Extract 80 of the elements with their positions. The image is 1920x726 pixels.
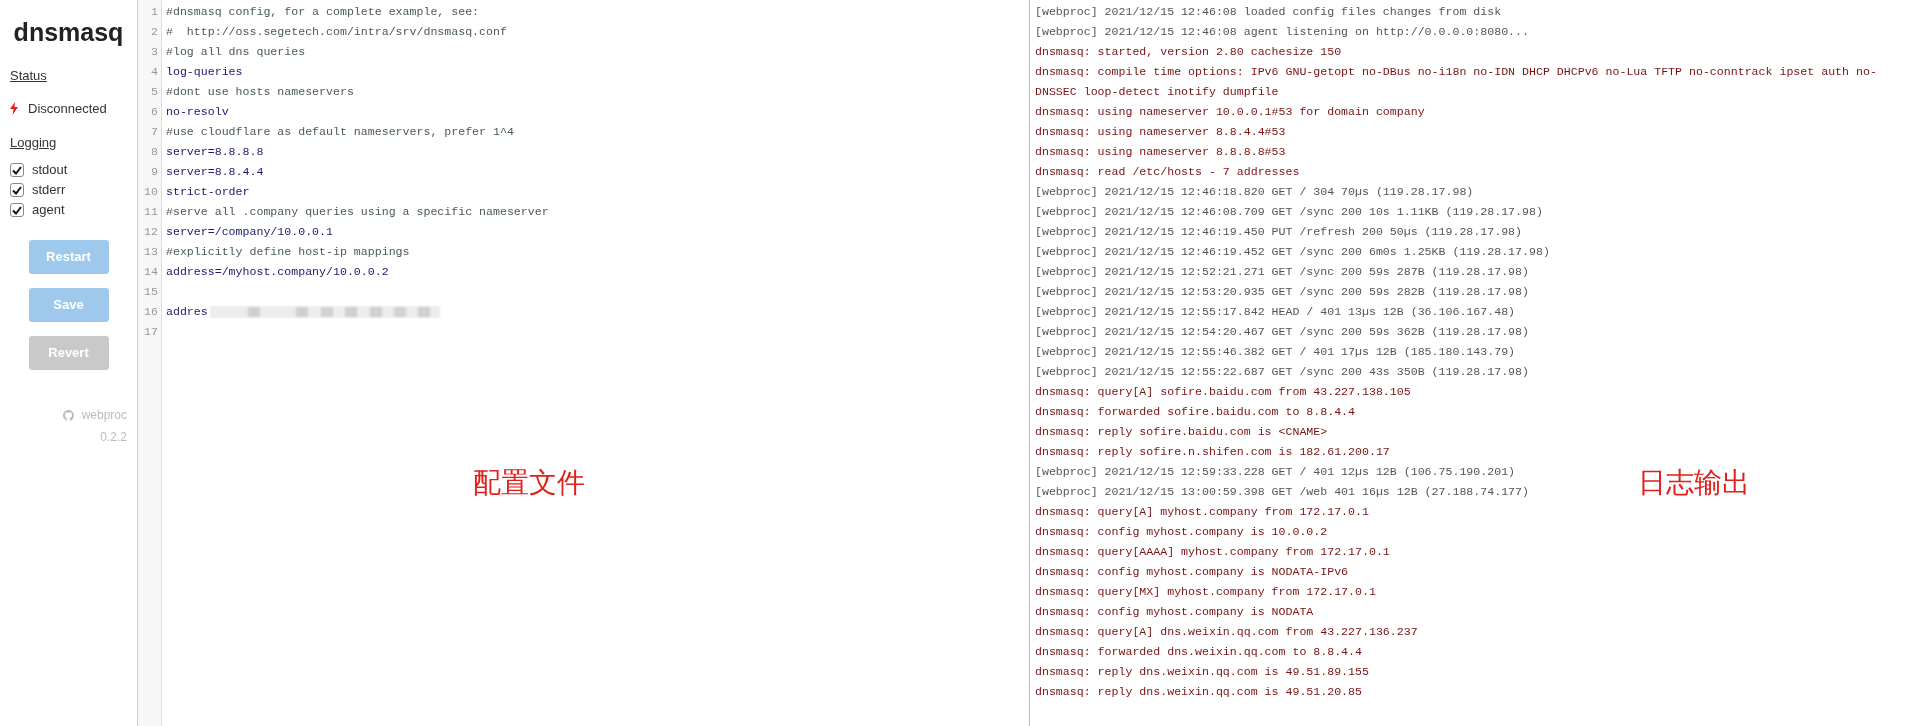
app-title: dnsmasq [12,17,125,48]
log-line: [webproc] 2021/12/15 12:55:22.687 GET /sync 200 43s 350B (119.28.17.98) [1035,364,1529,380]
log-line: dnsmasq: started, version 2.80 cachesize 150 [1035,44,1342,60]
log-line: dnsmasq: reply sofire.n.shifen.com is 182.61.200.17 [1035,444,1390,460]
webproc-link[interactable]: webproc [81,406,127,424]
log-line: [webproc] 2021/12/15 12:46:19.450 PUT /refresh 200 50µs (119.28.17.98) [1035,224,1523,240]
log-line: [webproc] 2021/12/15 12:46:08 loaded config files changes from disk [1035,4,1502,20]
log-line: [webproc] 2021/12/15 12:55:17.842 HEAD / 401 13µs 12B (36.106.167.48) [1035,304,1516,320]
log-line: [webproc] 2021/12/15 12:46:19.452 GET /sync 200 6m0s 1.25KB (119.28.17.98) [1035,244,1550,260]
log-line: [webproc] 2021/12/15 12:46:08 agent listening on http://0.0.0.0:8080... [1035,24,1529,40]
line-number: 14 [143,264,159,280]
logging-link[interactable]: Logging [10,132,57,152]
log-line: dnsmasq: using nameserver 8.8.4.4#53 [1035,124,1286,140]
line-number: 10 [143,184,159,200]
checkbox-label: stdout [32,161,68,180]
code-line: # http://oss.segetech.com/intra/srv/dnsmasq.conf [166,24,507,40]
log-line: dnsmasq: read /etc/hosts - 7 addresses [1035,164,1300,180]
line-number: 13 [143,244,159,260]
log-line: [webproc] 2021/12/15 12:55:46.382 GET / 401 17µs 12B (185.180.143.79) [1035,344,1516,360]
log-line: [webproc] 2021/12/15 12:54:20.467 GET /sync 200 59s 362B (119.28.17.98) [1035,324,1529,340]
line-number: 17 [143,324,159,340]
status-link[interactable]: Status [10,65,47,85]
checkbox-label: stderr [32,181,66,200]
log-line: dnsmasq: query[A] dns.weixin.qq.com from 43.227.136.237 [1035,624,1418,640]
code-line: log-queries [166,64,243,80]
checkbox[interactable] [10,203,24,217]
log-line: [webproc] 2021/12/15 13:00:59.398 GET /web 401 16µs 12B (27.188.74.177) [1035,484,1529,500]
code-line: strict-order [166,184,250,200]
line-number: 8 [150,144,159,160]
line-number: 1 [150,4,159,20]
log-line: dnsmasq: reply dns.weixin.qq.com is 49.51.89.155 [1035,664,1369,680]
line-number: 15 [143,284,159,300]
version-text: 0.2.2 [99,429,127,446]
line-number: 16 [143,304,159,320]
line-number: 9 [150,164,159,180]
log-line: dnsmasq: using nameserver 8.8.8.8#53 [1035,144,1286,160]
log-line: dnsmasq: reply dns.weixin.qq.com is 49.51.20.85 [1035,684,1362,700]
log-line: dnsmasq: forwarded dns.weixin.qq.com to 8.8.4.4 [1035,644,1362,660]
log-line: dnsmasq: query[A] myhost.company from 172.17.0.1 [1035,504,1369,520]
log-line: [webproc] 2021/12/15 12:46:18.820 GET / 304 70µs (119.28.17.98) [1035,184,1474,200]
log-line: dnsmasq: query[AAAA] myhost.company from 172.17.0.1 [1035,544,1390,560]
code-line: #log all dns queries [166,44,306,60]
log-line: [webproc] 2021/12/15 12:52:21.271 GET /sync 200 59s 287B (119.28.17.98) [1035,264,1529,280]
line-number: 5 [150,84,159,100]
log-line: dnsmasq: config myhost.company is 10.0.0.2 [1035,524,1328,540]
log-line: dnsmasq: query[MX] myhost.company from 172.17.0.1 [1035,584,1376,600]
code-line: #use cloudflare as default nameservers, prefer 1^4 [166,124,514,140]
code-line: no-resolv [166,104,229,120]
log-line: [webproc] 2021/12/15 12:46:08.709 GET /sync 200 10s 1.11KB (119.28.17.98) [1035,204,1543,220]
github-icon [62,409,74,421]
log-line: [webproc] 2021/12/15 12:59:33.228 GET / 401 12µs 12B (106.75.190.201) [1035,464,1516,480]
checkbox-label: agent [32,201,65,220]
checkbox[interactable] [10,183,24,197]
code-line: addres [166,304,208,320]
line-number: 6 [150,104,159,120]
status-text: Disconnected [28,100,107,118]
log-line: dnsmasq: using nameserver 10.0.0.1#53 for domain company [1035,104,1425,120]
code-line: address=/myhost.company/10.0.0.2 [166,264,389,280]
checkbox[interactable] [10,163,24,177]
line-number: 4 [150,64,159,80]
log-line: dnsmasq: config myhost.company is NODATA-IPv6 [1035,564,1349,580]
line-number: 12 [143,224,159,240]
log-line: dnsmasq: forwarded sofire.baidu.com to 8.8.4.4 [1035,404,1356,420]
line-number: 3 [150,44,159,60]
line-number: 2 [150,24,159,40]
annotation-label: 配置文件 [473,465,585,501]
code-line: #serve all .company queries using a specific nameserver [166,204,549,220]
line-number: 11 [143,204,159,220]
log-line: dnsmasq: reply sofire.baidu.com is <CNAME> [1035,424,1328,440]
code-line: #dont use hosts nameservers [166,84,354,100]
code-line: server=8.8.4.4 [166,164,264,180]
annotation-label: 日志输出 [1638,465,1750,501]
code-line: #explicitly define host-ip mappings [166,244,410,260]
line-number: 7 [150,124,159,140]
code-line: server=8.8.8.8 [166,144,264,160]
code-line: #dnsmasq config, for a complete example, see: [166,4,480,20]
log-line: dnsmasq: config myhost.company is NODATA [1035,604,1314,620]
log-line: dnsmasq: query[A] sofire.baidu.com from 43.227.138.105 [1035,384,1411,400]
log-line: [webproc] 2021/12/15 12:53:20.935 GET /sync 200 59s 282B (119.28.17.98) [1035,284,1529,300]
code-line: server=/company/10.0.0.1 [166,224,333,240]
